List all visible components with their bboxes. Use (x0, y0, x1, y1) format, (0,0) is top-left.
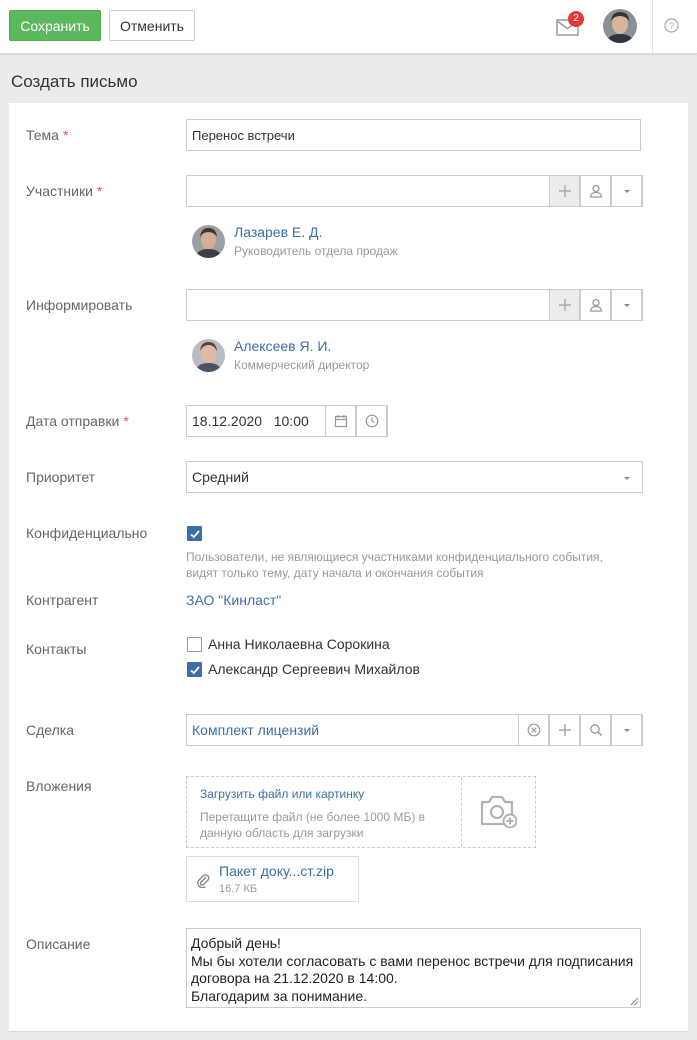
contact-checkbox-sorokina[interactable] (187, 637, 202, 652)
clock-icon (365, 414, 379, 428)
toolbar-divider (652, 0, 653, 53)
clear-icon (527, 723, 541, 737)
plus-icon (559, 724, 571, 736)
chevron-down-icon (624, 477, 630, 480)
paperclip-icon (197, 874, 210, 888)
counterparty-link[interactable]: ЗАО "Кинласт" (186, 592, 281, 608)
select-person-button[interactable] (580, 175, 611, 207)
avatar (192, 339, 225, 372)
deal-dropdown-button[interactable] (611, 714, 642, 746)
description-label: Описание (26, 936, 91, 952)
person-icon (589, 184, 603, 198)
select-inform-person-button[interactable] (580, 289, 611, 321)
page-title: Создать письмо (11, 72, 138, 91)
send-date-label: Дата отправки * (26, 413, 129, 429)
confidential-label: Конфиденциально (26, 525, 148, 541)
inform-name-link[interactable]: Алексеев Я. И. (234, 338, 331, 354)
deal-label: Сделка (26, 722, 74, 738)
search-deal-button[interactable] (580, 714, 611, 746)
add-photo-icon[interactable] (479, 794, 517, 828)
inform-role: Коммерческий директор (234, 358, 370, 372)
description-textarea[interactable]: Добрый день! Мы бы хотели согласовать с … (186, 928, 641, 1008)
clear-deal-button[interactable] (518, 714, 549, 746)
search-icon (590, 724, 603, 737)
required-mark: * (62, 127, 69, 143)
subject-label: Тема * (26, 127, 69, 143)
add-deal-button[interactable] (549, 714, 580, 746)
cancel-button[interactable]: Отменить (109, 10, 195, 41)
upload-dropzone[interactable]: Загрузить файл или картинку Перетащите ф… (186, 776, 536, 848)
inform-label: Информировать (26, 297, 133, 313)
inform-dropdown-button[interactable] (611, 289, 642, 321)
contact-name: Анна Николаевна Сорокина (208, 636, 390, 652)
upload-hint: Перетащите файл (не более 1000 МБ) в дан… (200, 810, 426, 840)
mail-notifications[interactable]: 2 (556, 11, 584, 38)
confidential-hint: Пользователи, не являющиеся участниками … (186, 550, 603, 580)
calendar-button[interactable] (325, 405, 356, 437)
mail-count-badge: 2 (568, 11, 584, 27)
subject-input[interactable]: Перенос встречи (186, 119, 641, 151)
deal-value-link[interactable]: Комплект лицензий (192, 722, 319, 738)
chevron-down-icon (624, 304, 630, 307)
upload-file-link[interactable]: Загрузить файл или картинку (200, 787, 364, 801)
chevron-down-icon (624, 190, 630, 193)
plus-icon (559, 299, 571, 311)
attachments-label: Вложения (26, 778, 92, 794)
confidential-checkbox[interactable] (187, 526, 202, 541)
send-date-input[interactable]: 18.12.2020 10:00 (186, 405, 388, 437)
participants-label: Участники * (26, 183, 103, 199)
add-inform-button[interactable] (549, 289, 580, 321)
resize-handle-icon[interactable] (630, 997, 639, 1006)
contact-name: Александр Сергеевич Михайлов (208, 661, 420, 677)
participant-name-link[interactable]: Лазарев Е. Д. (234, 224, 322, 240)
deal-input[interactable]: Комплект лицензий (186, 714, 643, 746)
contacts-label: Контакты (26, 641, 87, 657)
attached-file[interactable]: Пакет доку...ст.zip 16.7 КБ (186, 856, 359, 902)
required-mark: * (96, 183, 103, 199)
priority-label: Приоритет (26, 469, 96, 485)
required-mark: * (123, 413, 129, 429)
inform-input[interactable] (186, 289, 643, 321)
participants-dropdown-button[interactable] (611, 175, 642, 207)
contact-checkbox-mikhailov[interactable] (187, 662, 202, 677)
time-button[interactable] (356, 405, 387, 437)
chevron-down-icon (624, 729, 630, 732)
checkmark-icon (190, 666, 200, 675)
checkmark-icon (190, 530, 200, 539)
priority-select[interactable]: Средний (186, 461, 643, 493)
upload-divider (461, 777, 462, 847)
save-button[interactable]: Сохранить (9, 10, 101, 41)
file-name-link[interactable]: Пакет доку...ст.zip (219, 863, 334, 879)
person-icon (589, 298, 603, 312)
avatar (192, 225, 225, 258)
user-avatar[interactable] (603, 9, 637, 43)
svg-text:?: ? (669, 21, 674, 31)
top-toolbar: Сохранить Отменить 2 ? (0, 0, 697, 54)
add-participant-button[interactable] (549, 175, 580, 207)
participant-role: Руководитель отдела продаж (234, 244, 398, 258)
help-icon[interactable]: ? (664, 18, 679, 33)
participants-input[interactable] (186, 175, 643, 207)
plus-icon (559, 185, 571, 197)
file-size: 16.7 КБ (219, 883, 258, 895)
calendar-icon (334, 415, 348, 428)
counterparty-label: Контрагент (26, 592, 99, 608)
